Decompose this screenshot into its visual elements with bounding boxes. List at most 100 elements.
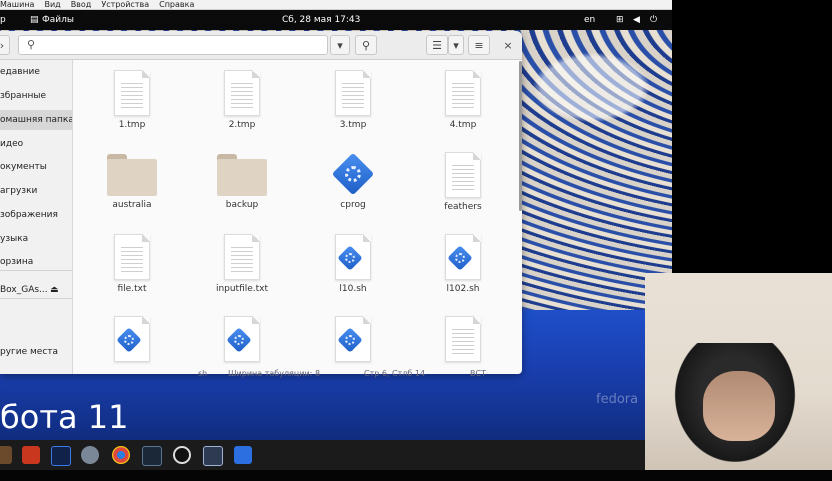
sidebar-item-other-locations[interactable]: ругие места xyxy=(0,342,72,362)
host-menu-devices[interactable]: Устройства xyxy=(101,0,149,9)
sidebar-divider xyxy=(0,298,72,299)
view-options-button[interactable]: ▾ xyxy=(448,35,464,55)
gnome-topbar: р ▤ Файлы Сб, 28 мая 17:43 en ⊞ ◀ ⏻ xyxy=(0,10,672,30)
sidebar-drive-label: Box_GAs... xyxy=(0,285,48,295)
file-name: inputfile.txt xyxy=(215,284,269,294)
webcam-face xyxy=(703,371,775,441)
file-item[interactable]: l102.sh xyxy=(418,234,508,294)
close-button[interactable]: × xyxy=(498,35,518,55)
file-item[interactable]: backup xyxy=(197,152,287,210)
chevron-down-icon: ▾ xyxy=(337,38,343,52)
text-file-icon xyxy=(445,152,481,198)
screen-bottom-bar xyxy=(0,470,832,481)
sidebar-item-starred[interactable]: збранные xyxy=(0,86,72,106)
file-name: cprog xyxy=(340,200,366,210)
search-button[interactable]: ⚲ xyxy=(355,35,377,55)
activities-fragment[interactable]: р xyxy=(0,10,6,30)
sidebar-item-videos[interactable]: идео xyxy=(0,134,72,154)
editor-statusbar-behind: sh Ширина табуляции: 8 Стр 6, Стлб 14 ВС… xyxy=(190,369,495,381)
volume-icon[interactable]: ◀ xyxy=(633,10,640,30)
photoshop-icon[interactable] xyxy=(51,446,71,466)
file-item[interactable]: inputfile.txt xyxy=(197,234,287,294)
sidebar-item-pictures[interactable]: зображения xyxy=(0,205,72,225)
host-menu-input[interactable]: Ввод xyxy=(71,0,92,9)
file-item[interactable]: 1.tmp xyxy=(87,70,177,130)
host-menu-help[interactable]: Справка xyxy=(159,0,194,9)
sidebar-divider xyxy=(0,270,72,271)
sidebar-item-music[interactable]: узыка xyxy=(0,229,72,249)
sidebar-item-drive[interactable]: Box_GAs... ⏏ xyxy=(0,280,72,300)
file-item[interactable]: 3.tmp xyxy=(308,70,398,130)
presentation-title: бота 11 xyxy=(0,398,129,436)
powerpoint-icon[interactable] xyxy=(22,446,40,464)
fedora-logo: fedora xyxy=(596,392,639,407)
file-item[interactable]: australia xyxy=(87,152,177,210)
file-name: feathers xyxy=(444,202,482,212)
sidebar-item-home[interactable]: омашняя папка xyxy=(0,110,72,130)
file-item[interactable] xyxy=(197,316,287,366)
power-icon[interactable]: ⏻ xyxy=(650,10,657,30)
app-menu[interactable]: Файлы xyxy=(42,10,74,30)
location-bar[interactable]: ⚲ xyxy=(18,35,328,55)
hamburger-icon: ≡ xyxy=(474,38,484,52)
shell-script-icon xyxy=(335,234,371,280)
menu-button[interactable]: ≡ xyxy=(468,35,490,55)
sidebar-item-trash[interactable]: орзина xyxy=(0,252,72,272)
view-list-button[interactable]: ☰ xyxy=(426,35,448,55)
file-name: australia xyxy=(112,200,152,210)
chevron-right-icon: › xyxy=(0,38,5,52)
forward-button[interactable]: › xyxy=(0,35,10,55)
clock[interactable]: Сб, 28 мая 17:43 xyxy=(282,10,360,30)
host-menubar: Машина Вид Ввод Устройства Справка xyxy=(0,0,672,10)
host-taskbar xyxy=(0,440,672,470)
file-name: l102.sh xyxy=(446,284,480,294)
eject-icon[interactable]: ⏏ xyxy=(50,280,59,300)
files-window: › ⚲ ▾ ⚲ ☰ ▾ ≡ × едавние збранные омашняя… xyxy=(0,31,522,374)
file-item[interactable]: l10.sh xyxy=(308,234,398,294)
file-name: 2.tmp xyxy=(228,120,256,130)
sidebar-item-documents[interactable]: окументы xyxy=(0,157,72,177)
file-name: l10.sh xyxy=(339,284,367,294)
text-file-icon xyxy=(445,316,481,362)
taskbar-app-icon[interactable] xyxy=(0,446,12,464)
sidebar: едавние збранные омашняя папка идео окум… xyxy=(0,60,73,374)
host-menu-view[interactable]: Вид xyxy=(44,0,60,9)
file-name: 1.tmp xyxy=(118,120,146,130)
chrome-icon[interactable] xyxy=(112,446,130,464)
text-file-icon xyxy=(114,234,150,280)
sidebar-item-downloads[interactable]: агрузки xyxy=(0,181,72,201)
host-menu-machine[interactable]: Машина xyxy=(0,0,34,9)
shell-script-icon xyxy=(224,316,260,362)
file-grid: 1.tmp 2.tmp 3.tmp 4.tmp australia backup… xyxy=(73,60,522,374)
language-indicator[interactable]: en xyxy=(584,10,595,30)
taskbar-app-icon[interactable] xyxy=(81,446,99,464)
file-item[interactable] xyxy=(418,316,508,366)
obs-icon[interactable] xyxy=(173,446,191,464)
chevron-down-icon: ▾ xyxy=(453,38,459,52)
file-item[interactable]: cprog xyxy=(308,152,398,210)
folder-icon xyxy=(217,152,267,196)
file-item[interactable]: feathers xyxy=(418,152,508,212)
status-tab-width[interactable]: Ширина табуляции: 8 xyxy=(228,369,320,378)
status-insert-mode: ВСТ xyxy=(470,369,486,378)
folder-icon xyxy=(107,152,157,196)
sidebar-item-recent[interactable]: едавние xyxy=(0,62,72,82)
steam-icon[interactable] xyxy=(142,446,162,466)
virtualbox-icon[interactable] xyxy=(203,446,223,466)
text-file-icon xyxy=(445,70,481,116)
text-file-icon xyxy=(335,70,371,116)
file-item[interactable] xyxy=(87,316,177,366)
file-item[interactable]: file.txt xyxy=(87,234,177,294)
headerbar: › ⚲ ▾ ⚲ ☰ ▾ ≡ × xyxy=(0,31,522,60)
app-menu-icon: ▤ xyxy=(30,15,39,25)
file-item[interactable] xyxy=(308,316,398,366)
file-item[interactable]: 2.tmp xyxy=(197,70,287,130)
status-language[interactable]: sh xyxy=(198,369,207,378)
shell-script-icon xyxy=(445,234,481,280)
location-dropdown-button[interactable]: ▾ xyxy=(330,35,350,55)
network-icon[interactable]: ⊞ xyxy=(616,10,624,30)
file-item[interactable]: 4.tmp xyxy=(418,70,508,130)
scrollbar[interactable] xyxy=(519,61,522,211)
list-view-icon: ☰ xyxy=(432,38,442,52)
taskbar-app-icon[interactable] xyxy=(234,446,252,464)
